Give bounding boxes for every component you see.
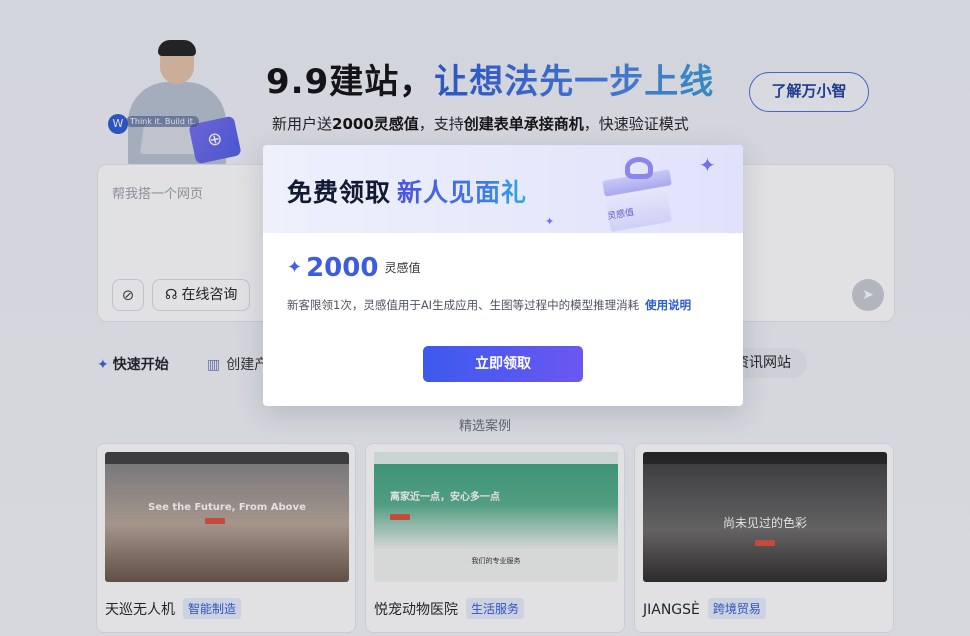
credit-description-text: 新客限领1次，灵感值用于AI生成应用、生图等过程中的模型推理消耗 [287, 298, 640, 312]
credit-amount-value: 2000 [306, 253, 379, 283]
credit-amount: ✦ 2000 灵感值 [287, 253, 420, 283]
sparkle-icon: ✦ [545, 215, 555, 228]
newcomer-gift-modal: 免费领取 新人见面礼 灵感值 ✦ ✦ ✦ 2000 灵感值 新客限领1次，灵感值用于A… [263, 145, 743, 406]
claim-now-button[interactable]: 立即领取 [423, 346, 583, 382]
modal-title-black: 免费领取 [287, 178, 392, 207]
modal-title: 免费领取 新人见面礼 [287, 173, 527, 209]
page: ⊕ W Think it. Build it. 9.9建站，让想法先一步上线 新… [0, 0, 970, 636]
modal-header: 免费领取 新人见面礼 灵感值 ✦ ✦ [263, 145, 743, 233]
sparkle-icon: ✦ [287, 257, 303, 278]
usage-guide-link[interactable]: 使用说明 [645, 298, 691, 312]
modal-title-gradient: 新人见面礼 [397, 178, 528, 207]
gift-box-icon: 灵感值 [597, 157, 677, 233]
gift-bow [625, 157, 653, 179]
credit-description: 新客限领1次，灵感值用于AI生成应用、生图等过程中的模型推理消耗 使用说明 [287, 297, 691, 313]
credit-unit: 灵感值 [384, 261, 421, 275]
sparkle-icon: ✦ [699, 153, 716, 177]
